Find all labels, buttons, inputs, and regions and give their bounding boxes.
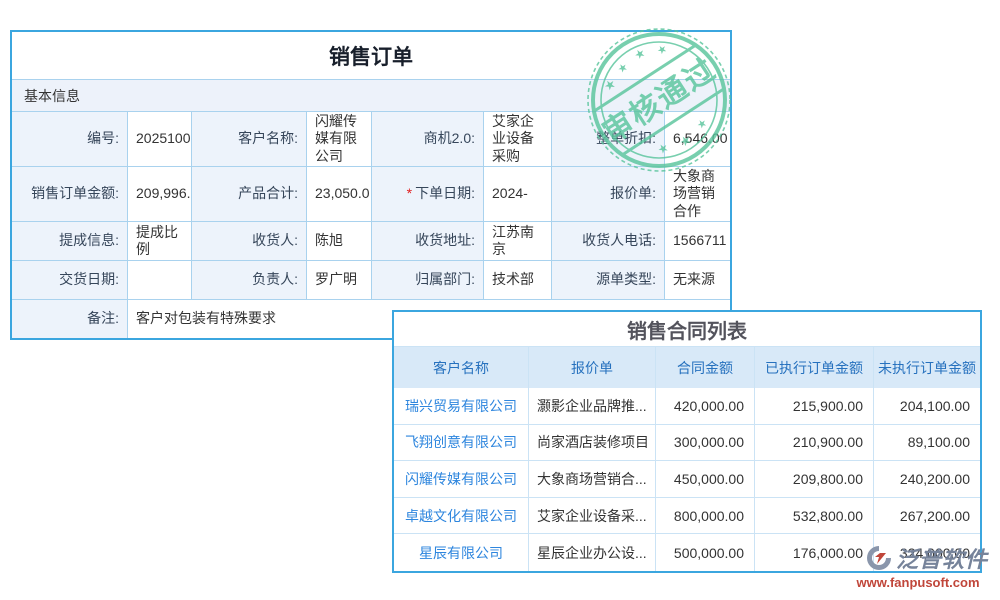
delivery-address-label: 收货地址: [372, 222, 484, 261]
executed-amount-cell: 215,900.00 [755, 388, 874, 425]
quotation-cell: 大象商场营销合... [529, 461, 656, 498]
vendor-logo-icon [866, 545, 892, 571]
product-total-field[interactable]: 23,050.0 [307, 167, 372, 222]
customer-link[interactable]: 闪耀传媒有限公司 [394, 461, 529, 498]
col-executed-amount: 已执行订单金额 [755, 347, 874, 388]
vendor-brand: 泛普软件 [896, 542, 988, 574]
quotation-label: 报价单: [552, 167, 665, 222]
unexecuted-amount-cell: 89,100.00 [874, 425, 980, 462]
product-total-label: 产品合计: [192, 167, 307, 222]
whole-discount-label: 整单折扣: [552, 112, 665, 167]
opportunity-label: 商机2.0: [372, 112, 484, 167]
contract-list-title: 销售合同列表 [394, 312, 980, 347]
table-row: 瑞兴贸易有限公司 灏影企业品牌推... 420,000.00 215,900.0… [394, 388, 980, 425]
delivery-date-label: 交货日期: [12, 261, 128, 300]
order-amount-field[interactable]: 209,996. [128, 167, 192, 222]
order-amount-label: 销售订单金额: [12, 167, 128, 222]
source-type-label: 源单类型: [552, 261, 665, 300]
whole-discount-field[interactable]: 6,546.00 [665, 112, 730, 167]
sales-contract-list-panel: 销售合同列表 客户名称 报价单 合同金额 已执行订单金额 未执行订单金额 瑞兴贸… [392, 310, 982, 573]
commission-info-field[interactable]: 提成比例 [128, 222, 192, 261]
contract-amount-cell: 500,000.00 [656, 534, 755, 571]
opportunity-field[interactable]: 艾家企业设备采购 [484, 112, 552, 167]
executed-amount-cell: 210,900.00 [755, 425, 874, 462]
section-basic-info: 基本信息 [12, 80, 730, 112]
col-contract-amount: 合同金额 [656, 347, 755, 388]
customer-name-label: 客户名称: [192, 112, 307, 167]
consignee-field[interactable]: 陈旭 [307, 222, 372, 261]
order-no-field[interactable]: 2025100 [128, 112, 192, 167]
order-no-label: 编号: [12, 112, 128, 167]
table-row: 卓越文化有限公司 艾家企业设备采... 800,000.00 532,800.0… [394, 498, 980, 535]
form-row: 编号: 2025100 客户名称: 闪耀传媒有限公司 商机2.0: 艾家企业设备… [12, 112, 730, 167]
commission-info-label: 提成信息: [12, 222, 128, 261]
vendor-url: www.fanpusoft.com [848, 575, 988, 590]
form-row: 交货日期: 负责人: 罗广明 归属部门: 技术部 源单类型: 无来源 [12, 261, 730, 300]
department-field[interactable]: 技术部 [484, 261, 552, 300]
sales-order-panel: 销售订单 基本信息 编号: 2025100 客户名称: 闪耀传媒有限公司 商机2… [10, 30, 732, 340]
col-unexecuted-amount: 未执行订单金额 [874, 347, 980, 388]
contract-amount-cell: 800,000.00 [656, 498, 755, 535]
contract-table-header: 客户名称 报价单 合同金额 已执行订单金额 未执行订单金额 [394, 347, 980, 388]
executed-amount-cell: 532,800.00 [755, 498, 874, 535]
consignee-phone-label: 收货人电话: [552, 222, 665, 261]
unexecuted-amount-cell: 267,200.00 [874, 498, 980, 535]
manager-field[interactable]: 罗广明 [307, 261, 372, 300]
form-row: 销售订单金额: 209,996. 产品合计: 23,050.0 * 下单日期: … [12, 167, 730, 222]
order-date-label-text: 下单日期: [415, 185, 475, 203]
page-title: 销售订单 [12, 32, 730, 80]
table-row: 闪耀传媒有限公司 大象商场营销合... 450,000.00 209,800.0… [394, 461, 980, 498]
form-row: 提成信息: 提成比例 收货人: 陈旭 收货地址: 江苏南京 收货人电话: 156… [12, 222, 730, 261]
department-label: 归属部门: [372, 261, 484, 300]
consignee-label: 收货人: [192, 222, 307, 261]
order-date-field[interactable]: 2024- [484, 167, 552, 222]
manager-label: 负责人: [192, 261, 307, 300]
customer-link[interactable]: 飞翔创意有限公司 [394, 425, 529, 462]
consignee-phone-field[interactable]: 1566711 [665, 222, 730, 261]
order-date-label: * 下单日期: [372, 167, 484, 222]
contract-amount-cell: 300,000.00 [656, 425, 755, 462]
unexecuted-amount-cell: 240,200.00 [874, 461, 980, 498]
quotation-cell: 尚家酒店装修项目 [529, 425, 656, 462]
source-type-field[interactable]: 无来源 [665, 261, 730, 300]
contract-amount-cell: 450,000.00 [656, 461, 755, 498]
quotation-cell: 艾家企业设备采... [529, 498, 656, 535]
customer-link[interactable]: 星辰有限公司 [394, 534, 529, 571]
table-row: 飞翔创意有限公司 尚家酒店装修项目 300,000.00 210,900.00 … [394, 425, 980, 462]
customer-link[interactable]: 瑞兴贸易有限公司 [394, 388, 529, 425]
vendor-watermark: 泛普软件 www.fanpusoft.com [848, 542, 988, 590]
delivery-date-field[interactable] [128, 261, 192, 300]
quotation-cell: 星辰企业办公设... [529, 534, 656, 571]
customer-name-field[interactable]: 闪耀传媒有限公司 [307, 112, 372, 167]
unexecuted-amount-cell: 204,100.00 [874, 388, 980, 425]
col-quotation: 报价单 [529, 347, 656, 388]
contract-amount-cell: 420,000.00 [656, 388, 755, 425]
quotation-field[interactable]: 大象商场营销合作 [665, 167, 730, 222]
executed-amount-cell: 209,800.00 [755, 461, 874, 498]
delivery-address-field[interactable]: 江苏南京 [484, 222, 552, 261]
customer-link[interactable]: 卓越文化有限公司 [394, 498, 529, 535]
remark-label: 备注: [12, 300, 128, 338]
col-customer-name: 客户名称 [394, 347, 529, 388]
required-asterisk: * [407, 185, 412, 203]
quotation-cell: 灏影企业品牌推... [529, 388, 656, 425]
